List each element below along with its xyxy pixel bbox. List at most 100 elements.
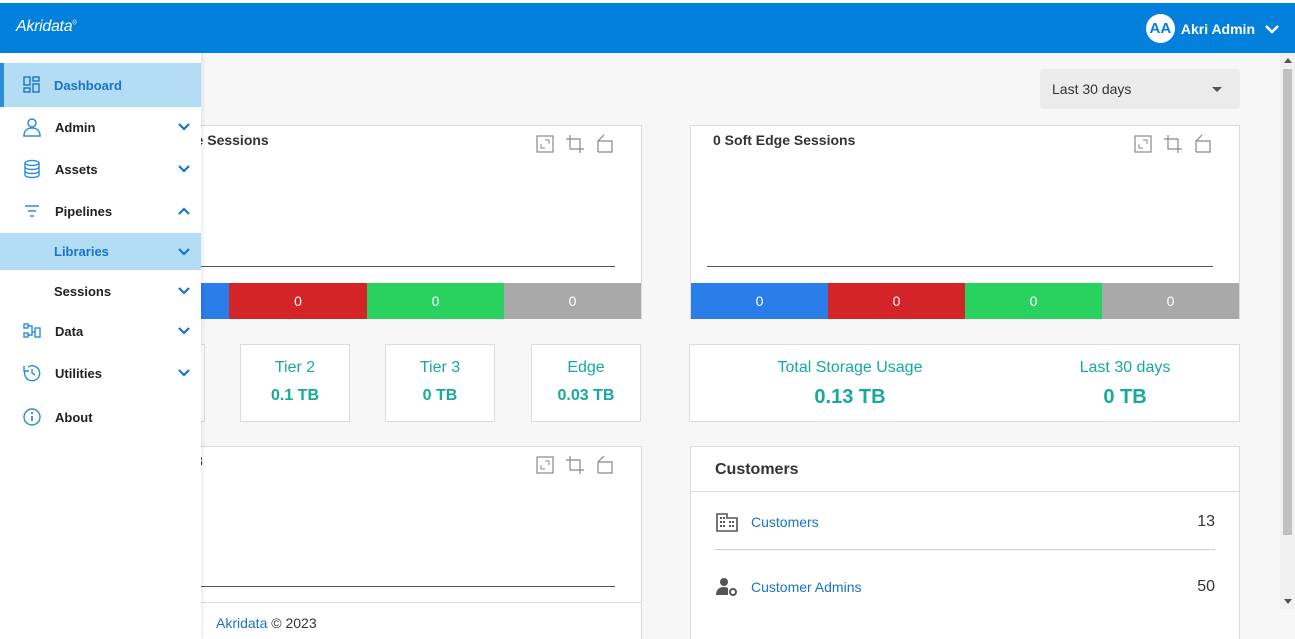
scroll-up-icon[interactable] [1284, 58, 1292, 63]
customers-card: Customers Customers 13 Customer Admins 5… [690, 446, 1240, 639]
sidebar-item-pipelines[interactable]: Pipelines [2, 191, 201, 231]
sidebar-item-label: Pipelines [55, 203, 113, 219]
chevron-down-icon [178, 327, 190, 335]
soft-edge-sessions-card: 0 Soft Edge Sessions 0 0 0 0 [690, 125, 1240, 319]
database-icon [24, 159, 40, 179]
crop-icon[interactable] [1163, 134, 1183, 154]
clock-icon [23, 365, 41, 382]
user-cog-icon [716, 578, 737, 596]
storage-label: Total Storage Usage [777, 359, 923, 376]
chevron-down-icon [178, 165, 190, 173]
status-segment-gray: 0 [1102, 283, 1239, 319]
sidebar-item-label: About [55, 409, 93, 425]
tier-label: Tier 3 [419, 359, 461, 376]
chevron-down-icon [1265, 24, 1279, 34]
fullscreen-icon[interactable] [1133, 134, 1153, 154]
card-divider [151, 602, 641, 603]
footer: Akridata © 2023 [216, 615, 317, 631]
chart-axis [707, 266, 1213, 267]
sidebar-item-label: Admin [55, 119, 96, 135]
person-icon [23, 118, 41, 137]
chart-axis [201, 586, 615, 587]
sidebar-item-sessions[interactable]: Sessions [2, 271, 201, 311]
status-segment-green: 0 [965, 283, 1102, 319]
sidebar-item-assets[interactable]: Assets [2, 149, 201, 189]
scroll-thumb[interactable] [1283, 69, 1292, 535]
dashboard-icon [23, 76, 40, 93]
sidebar-item-label: Sessions [54, 283, 112, 299]
sidebar-item-label: Data [55, 323, 84, 339]
customer-admins-row[interactable]: Customer Admins 50 [715, 559, 1215, 615]
sidebar-item-admin[interactable]: Admin [2, 107, 201, 147]
chevron-down-icon [178, 287, 190, 295]
tier-value: 0.1 TB [270, 387, 319, 404]
chart-card: 3 [150, 446, 642, 639]
reset-icon[interactable] [1193, 134, 1213, 154]
sidebar-item-dashboard[interactable]: Dashboard [0, 63, 201, 107]
brand-logo[interactable]: Akridata® [16, 18, 77, 36]
customers-count: 13 [1197, 512, 1215, 530]
sidebar-item-libraries[interactable]: Libraries [0, 233, 201, 270]
user-name: Akri Admin [1180, 20, 1255, 37]
chevron-up-icon [178, 207, 190, 215]
sidebar-item-utilities[interactable]: Utilities [2, 353, 201, 393]
fullscreen-icon[interactable] [535, 134, 555, 154]
storage-value: 0.13 TB [814, 386, 886, 408]
tier-value: 0.03 TB [557, 387, 615, 404]
brand-text: Akridata [16, 18, 73, 35]
tier-label: Tier 2 [274, 359, 316, 376]
sidebar-item-label: Utilities [55, 365, 102, 381]
footer-copyright: © 2023 [271, 615, 317, 631]
recent-storage: Last 30 days 0 TB [1050, 345, 1200, 409]
status-segment-gray: 0 [504, 283, 641, 319]
customers-row[interactable]: Customers 13 [715, 494, 1215, 550]
storage-label: Last 30 days [1079, 359, 1171, 376]
footer-link[interactable]: Akridata [216, 615, 267, 631]
edge-sessions-card: ge Sessions 0 0 0 [150, 125, 642, 319]
tier-card: Edge 0.03 TB [531, 344, 641, 422]
status-segment-red: 0 [229, 283, 367, 319]
crop-icon[interactable] [565, 455, 585, 475]
date-range-select[interactable]: Last 30 days [1040, 69, 1240, 109]
chart-axis [201, 266, 615, 267]
sidebar: Dashboard Admin Assets Pipelines Librari… [0, 53, 201, 639]
fullscreen-icon[interactable] [535, 455, 555, 475]
info-icon [23, 408, 41, 426]
data-flow-icon [23, 323, 41, 338]
session-status-bar: 0 0 0 [151, 283, 641, 319]
card-title: 0 Soft Edge Sessions [713, 132, 856, 148]
scroll-down-icon[interactable] [1284, 599, 1292, 604]
top-bar: Akridata® AA Akri Admin [0, 0, 1295, 53]
status-segment-green: 0 [367, 283, 504, 319]
crop-icon[interactable] [565, 134, 585, 154]
reset-icon[interactable] [595, 134, 615, 154]
caret-down-icon [1212, 87, 1222, 92]
sidebar-item-label: Assets [55, 161, 98, 177]
status-segment-blue: 0 [691, 283, 828, 319]
customer-admins-count: 50 [1197, 578, 1215, 595]
sidebar-item-label: Libraries [54, 244, 109, 259]
tier-card: Tier 3 0 TB [385, 344, 495, 422]
storage-value: 0 TB [1103, 386, 1147, 408]
total-storage: Total Storage Usage 0.13 TB [750, 345, 950, 409]
date-range-value: Last 30 days [1052, 81, 1132, 97]
scrollbar[interactable] [1280, 53, 1295, 609]
tier-label: Edge [567, 359, 605, 376]
avatar: AA [1145, 14, 1175, 43]
reset-icon[interactable] [595, 455, 615, 475]
customers-link[interactable]: Customers [751, 514, 1197, 530]
customers-title: Customers [691, 447, 1239, 492]
tier-card: Tier 2 0.1 TB [240, 344, 350, 422]
session-status-bar: 0 0 0 0 [691, 283, 1239, 319]
sidebar-item-data[interactable]: Data [2, 311, 201, 351]
chevron-down-icon [178, 123, 190, 131]
customer-admins-link[interactable]: Customer Admins [751, 579, 1197, 595]
sidebar-item-label: Dashboard [54, 77, 122, 93]
tier-value: 0 TB [422, 387, 458, 404]
building-icon [716, 512, 738, 532]
filter-icon [25, 205, 39, 217]
chevron-down-icon [178, 369, 190, 377]
user-menu[interactable]: AA Akri Admin [1145, 14, 1281, 43]
status-segment-red: 0 [828, 283, 965, 319]
sidebar-item-about[interactable]: About [2, 397, 201, 437]
